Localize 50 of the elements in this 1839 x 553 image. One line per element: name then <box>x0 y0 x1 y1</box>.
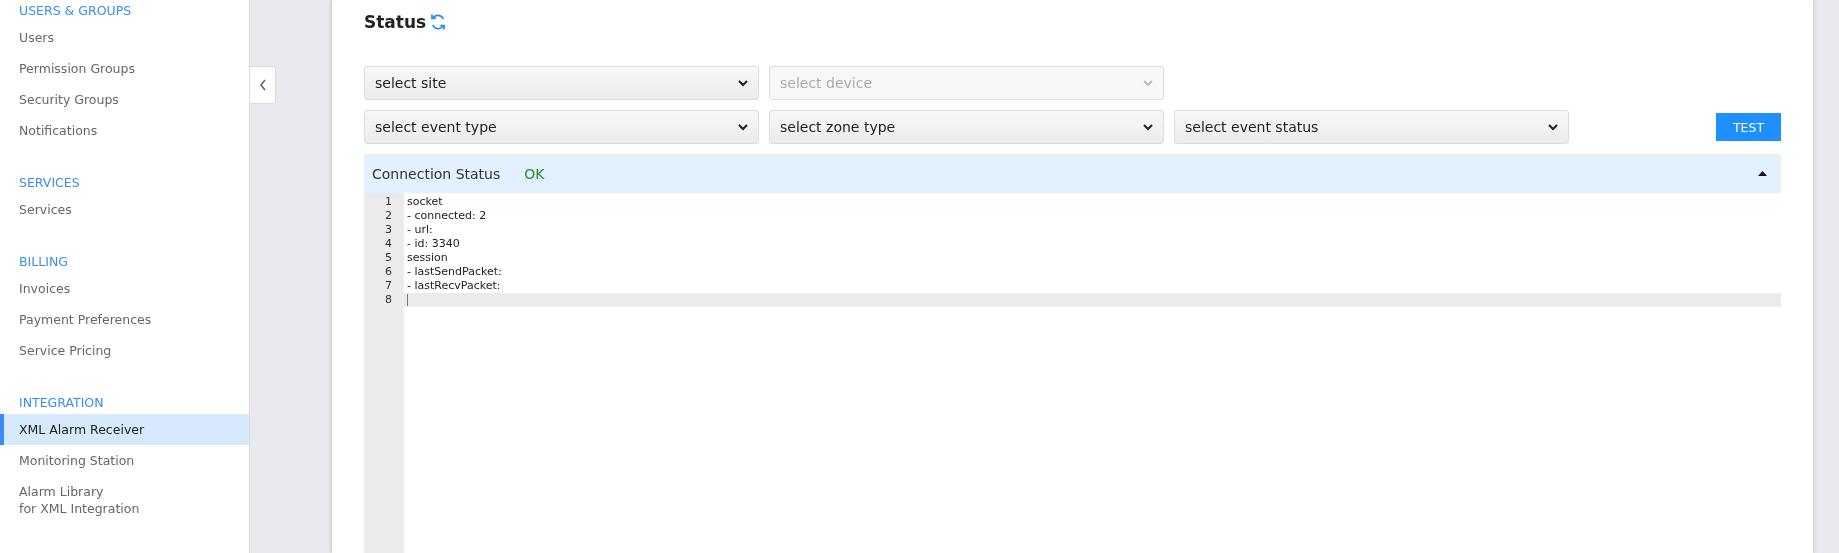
connection-status-bar[interactable]: Connection Status OK <box>364 154 1781 193</box>
line-number: 8 <box>384 293 393 307</box>
code-line: - url: <box>406 223 433 237</box>
sidebar-item[interactable]: Security Groups <box>0 84 249 115</box>
code-line: session <box>406 251 448 265</box>
code-line: - lastSendPacket: <box>406 265 502 279</box>
chevron-down-icon <box>1548 123 1558 131</box>
select-dropdown[interactable]: select site <box>364 66 759 100</box>
code-line: - connected: 2 <box>406 209 487 223</box>
chevron-down-icon <box>738 123 748 131</box>
page-title: Status <box>364 12 427 32</box>
chevron-down-icon <box>1143 79 1153 87</box>
text-cursor <box>407 294 408 306</box>
sidebar-item[interactable]: Monitoring Station <box>0 445 249 476</box>
sidebar-item[interactable]: Notifications <box>0 115 249 146</box>
chevron-down-icon <box>1143 123 1153 131</box>
sidebar-item[interactable]: Permission Groups <box>0 53 249 84</box>
sidebar-item[interactable]: Payment Preferences <box>0 304 249 335</box>
code-line: socket <box>406 195 443 209</box>
line-number: 5 <box>384 251 393 265</box>
collapse-sidebar-button[interactable] <box>250 66 276 104</box>
test-button[interactable]: TEST <box>1716 113 1781 141</box>
refresh-icon[interactable] <box>429 13 448 31</box>
connection-label: Connection Status <box>372 165 501 182</box>
code-line: - id: 3340 <box>406 237 460 251</box>
code-editor[interactable]: 1 socket 2 - connected: 2 3 - url: 4 - id: 3340 5 session 6 - lastSendPacket: 7 - lastRecvPacket: 8 <box>364 193 1781 553</box>
sidebar-item[interactable]: Invoices <box>0 273 249 304</box>
sidebar-heading: INTEGRATION <box>18 394 105 412</box>
select-dropdown[interactable]: select event type <box>364 110 759 144</box>
select-dropdown[interactable]: select event status <box>1174 110 1569 144</box>
code-line: - lastRecvPacket: <box>406 279 501 293</box>
sidebar-item[interactable]: Users <box>0 22 249 53</box>
sidebar-item[interactable]: Services <box>0 194 249 225</box>
line-number: 7 <box>384 279 393 293</box>
line-number: 3 <box>384 223 393 237</box>
line-number: 1 <box>384 195 393 209</box>
caret-icon <box>1758 171 1767 176</box>
chevron-left-icon <box>258 79 267 91</box>
sidebar-item[interactable]: XML Alarm Receiver <box>0 414 249 445</box>
chevron-down-icon <box>738 79 748 87</box>
sidebar-heading: BILLING <box>18 253 69 271</box>
sidebar-heading: SERVICES <box>18 174 81 192</box>
sidebar-item[interactable]: Service Pricing <box>0 335 249 366</box>
line-number: 4 <box>384 237 393 251</box>
line-number: 6 <box>384 265 393 279</box>
sidebar-heading: USERS & GROUPS <box>18 2 133 20</box>
sidebar-item[interactable]: Alarm Library for XML Integration <box>0 476 249 524</box>
connection-value: OK <box>524 165 545 182</box>
select-dropdown[interactable]: select zone type <box>769 110 1164 144</box>
line-number: 2 <box>384 209 393 223</box>
